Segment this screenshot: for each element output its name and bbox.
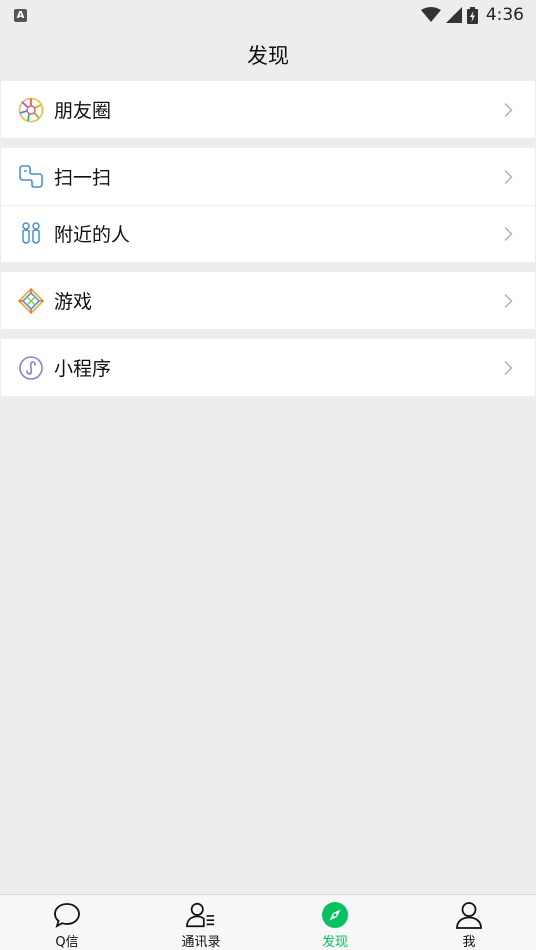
compass-icon: [320, 900, 350, 929]
menu-item-nearby[interactable]: 附近的人: [1, 205, 535, 262]
tab-label: 发现: [321, 935, 348, 950]
tab-discover[interactable]: 发现: [268, 895, 402, 950]
page-title: 发现: [247, 44, 289, 68]
menu-item-mini-programs[interactable]: 小程序: [1, 339, 535, 396]
nearby-people-icon: [18, 221, 44, 247]
scan-icon: [18, 164, 44, 190]
person-icon: [454, 900, 484, 929]
menu-group-games: 游戏: [1, 272, 535, 329]
menu-item-label: 附近的人: [54, 224, 131, 246]
tab-label: 通讯录: [181, 935, 221, 950]
games-icon: [18, 287, 44, 314]
menu-item-moments[interactable]: 朋友圈: [1, 81, 535, 138]
menu-item-label: 游戏: [54, 291, 93, 313]
tab-contacts[interactable]: 通讯录: [134, 895, 268, 950]
menu-item-label: 扫一扫: [54, 167, 112, 189]
menu-item-label: 小程序: [54, 358, 112, 380]
chevron-right-icon: [504, 226, 513, 241]
mini-program-icon: [18, 355, 44, 381]
wifi-icon: [420, 7, 441, 22]
menu-item-scan[interactable]: 扫一扫: [1, 148, 535, 205]
status-bar: A 4:36: [0, 0, 536, 30]
menu-group-social: 朋友圈: [1, 81, 535, 138]
tab-chats[interactable]: Q信: [0, 895, 134, 950]
menu-item-games[interactable]: 游戏: [1, 272, 535, 329]
chevron-right-icon: [504, 293, 513, 308]
cell-signal-icon: [445, 7, 462, 23]
chevron-right-icon: [504, 360, 513, 375]
menu-group-tools: 扫一扫 附近的人: [1, 148, 535, 262]
clock: 4:36: [485, 5, 524, 25]
chevron-right-icon: [504, 102, 513, 117]
tab-label: 我: [462, 935, 476, 950]
contacts-icon: [186, 900, 216, 929]
tab-label: Q信: [55, 935, 79, 950]
title-bar: 发现: [0, 30, 536, 80]
notification-badge: A: [14, 8, 27, 22]
menu-item-label: 朋友圈: [54, 100, 112, 122]
battery-charging-icon: [466, 6, 478, 24]
menu-group-mini-programs: 小程序: [1, 339, 535, 396]
chat-bubble-icon: [52, 900, 82, 929]
bottom-tab-bar: Q信 通讯录 发现 我: [0, 894, 536, 950]
chevron-right-icon: [504, 169, 513, 184]
moments-icon: [18, 97, 44, 123]
tab-me[interactable]: 我: [402, 895, 536, 950]
